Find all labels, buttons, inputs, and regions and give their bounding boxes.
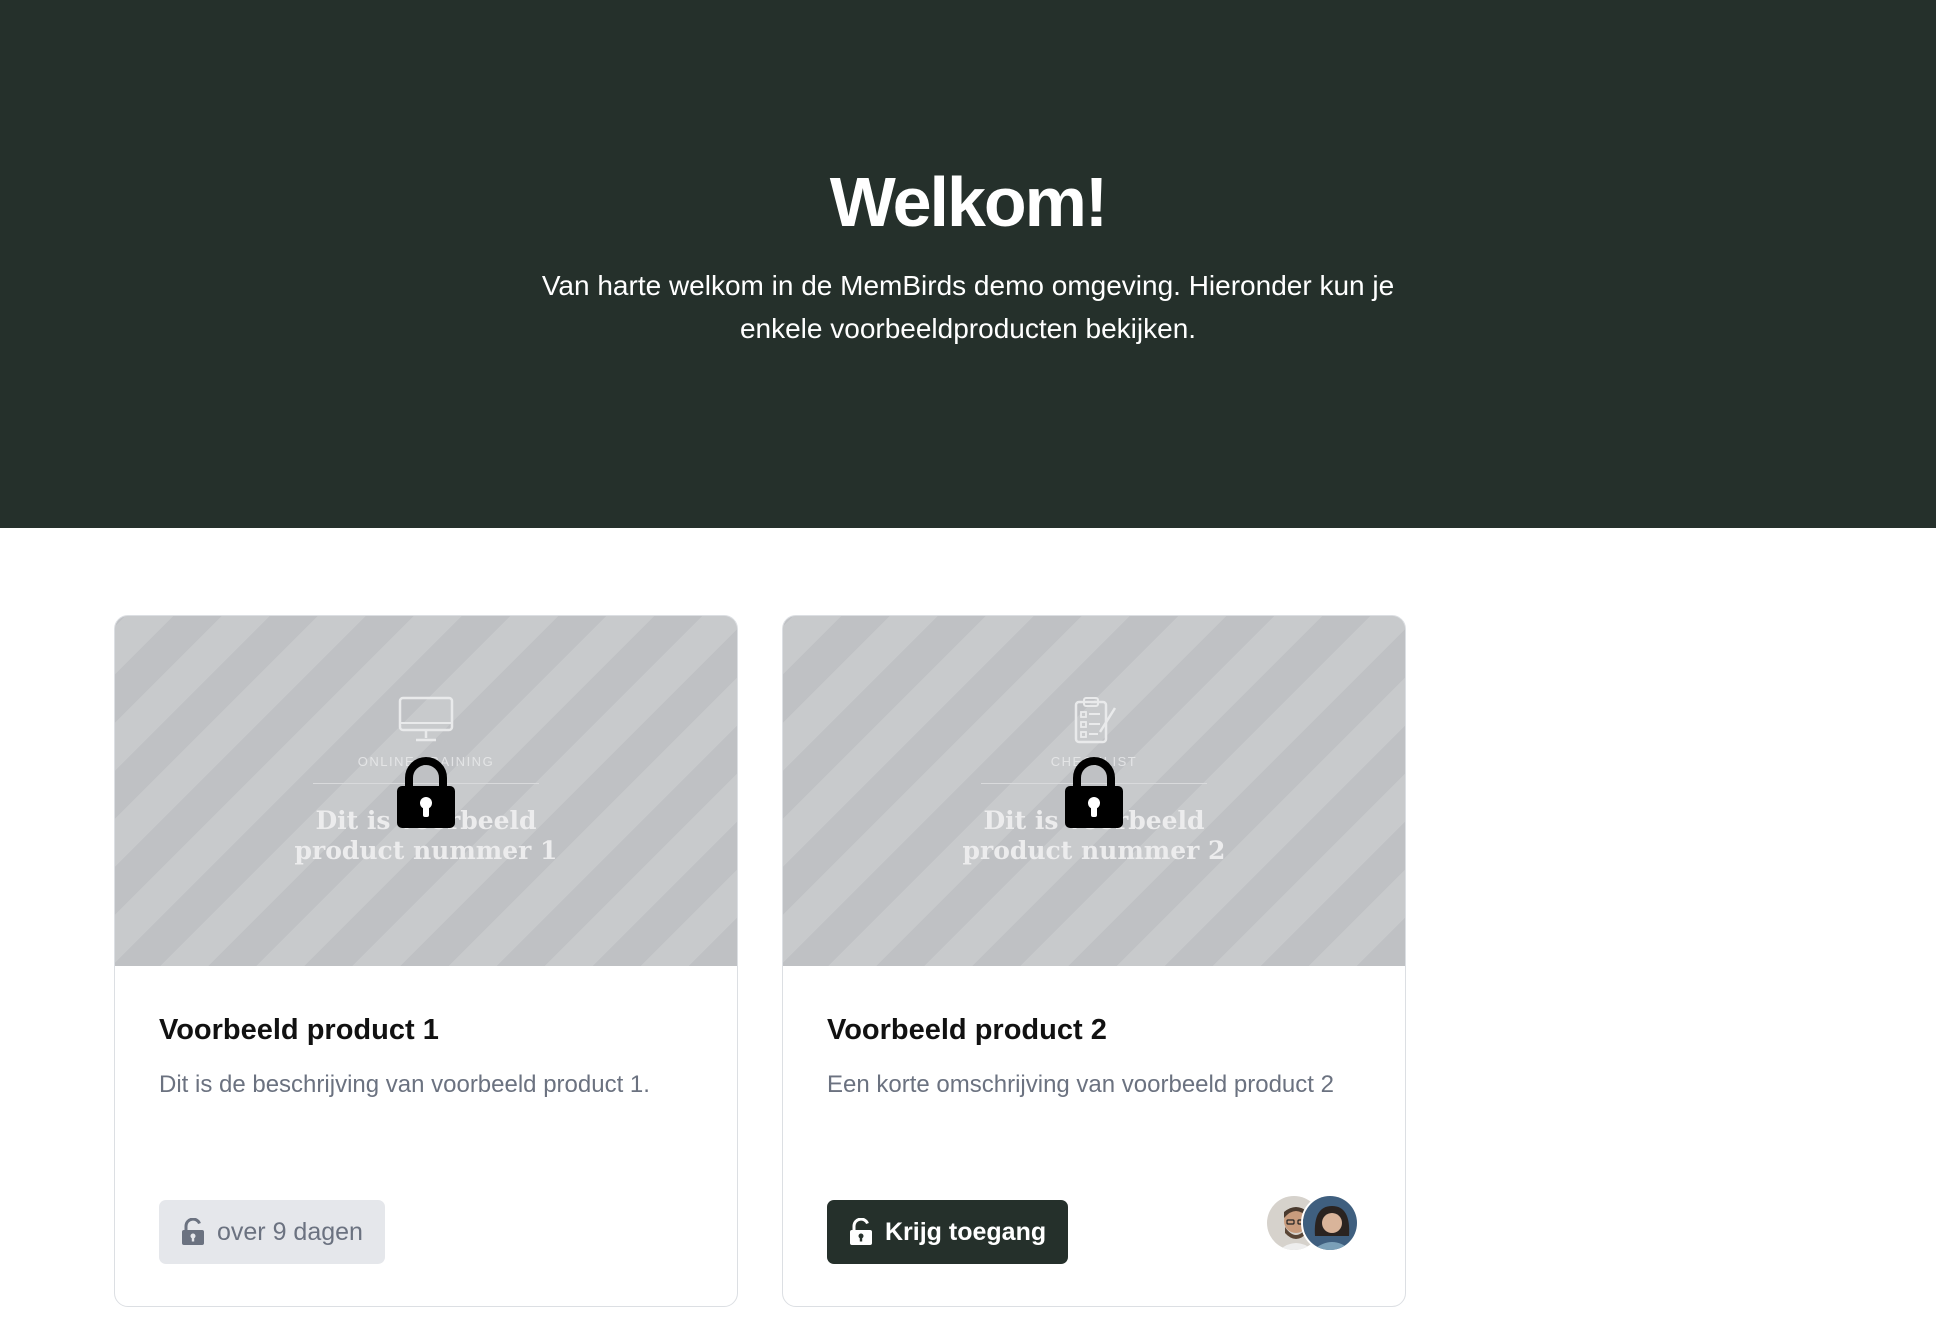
product-description: Een korte omschrijving van voorbeeld pro… bbox=[827, 1071, 1334, 1098]
product-card-body: Voorbeeld product 1 Dit is de beschrijvi… bbox=[115, 966, 737, 1306]
clipboard-checklist-icon bbox=[1074, 697, 1117, 744]
product-title[interactable]: Voorbeeld product 1 bbox=[159, 1013, 693, 1047]
button-label: Krijg toegang bbox=[885, 1217, 1047, 1246]
unlock-icon bbox=[850, 1218, 872, 1245]
product-grid: ONLINE TRAINING Dit is voorbeeld product… bbox=[0, 528, 1936, 1307]
page-title: Welkom! bbox=[829, 163, 1108, 241]
product-description: Dit is de beschrijving van voorbeeld pro… bbox=[159, 1071, 650, 1098]
avatar bbox=[1301, 1194, 1359, 1252]
product-card[interactable]: CHECKLIST Dit is voorbeeld product numme… bbox=[782, 615, 1406, 1307]
thumbnail-title-line-2: product nummer 1 bbox=[294, 836, 558, 865]
product-card[interactable]: ONLINE TRAINING Dit is voorbeeld product… bbox=[114, 615, 738, 1307]
available-in-button[interactable]: over 9 dagen bbox=[159, 1200, 385, 1264]
avatar-group bbox=[1265, 1194, 1361, 1254]
product-title[interactable]: Voorbeeld product 2 bbox=[827, 1013, 1361, 1047]
padlock-icon bbox=[397, 757, 455, 828]
thumbnail-title-line-2: product nummer 2 bbox=[962, 836, 1226, 865]
hero-banner: Welkom! Van harte welkom in de MemBirds … bbox=[0, 0, 1936, 528]
button-label: over 9 dagen bbox=[217, 1217, 363, 1246]
product-card-body: Voorbeeld product 2 Een korte omschrijvi… bbox=[783, 966, 1405, 1306]
welcome-subtitle: Van harte welkom in de MemBirds demo omg… bbox=[541, 270, 1395, 344]
monitor-icon bbox=[398, 696, 454, 742]
get-access-button[interactable]: Krijg toegang bbox=[827, 1200, 1069, 1264]
padlock-icon bbox=[1065, 757, 1123, 828]
product-thumbnail[interactable]: ONLINE TRAINING Dit is voorbeeld product… bbox=[115, 616, 737, 966]
unlock-icon bbox=[182, 1218, 204, 1245]
product-thumbnail[interactable]: CHECKLIST Dit is voorbeeld product numme… bbox=[783, 616, 1405, 966]
